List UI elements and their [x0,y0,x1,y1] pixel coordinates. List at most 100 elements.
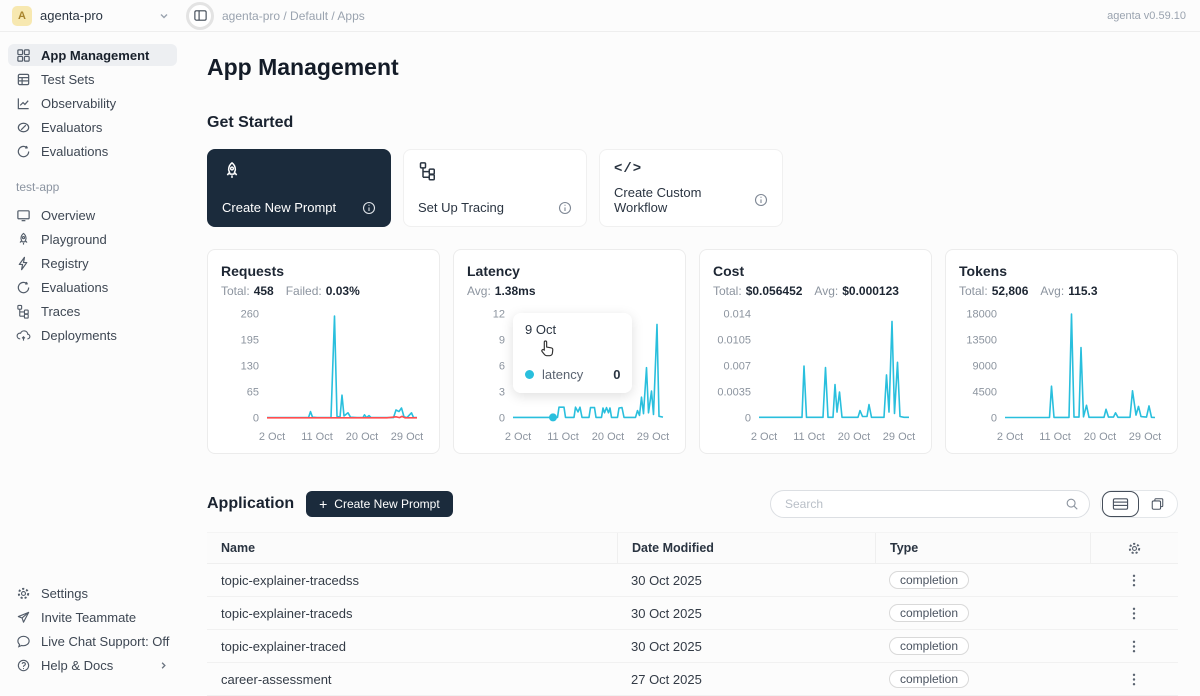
app-name: topic-explainer-tracedss [207,573,617,588]
search-icon [1065,497,1079,511]
table-tools [770,490,1178,518]
sidebar-item-playground[interactable]: Playground [8,228,177,250]
metric-title: Tokens [959,263,1165,279]
column-header-actions [1090,533,1178,563]
sidebar-toggle-button[interactable] [186,2,214,30]
sidebar-item-evaluations[interactable]: Evaluations [8,276,177,298]
svg-text:0.0105: 0.0105 [717,335,751,347]
chevron-right-icon [158,660,169,671]
chart-requests: 0651301952602 Oct11 Oct20 Oct29 Oct [221,302,428,450]
svg-text:0: 0 [745,413,751,425]
create-custom-workflow-card[interactable]: </> Create Custom Workflow [599,149,783,227]
sidebar-item-live-chat-support-off[interactable]: Live Chat Support: Off [8,630,177,652]
column-header-date-modified[interactable]: Date Modified [617,533,875,563]
sidebar-item-observability[interactable]: Observability [8,92,177,114]
bolt-icon [16,256,31,271]
refresh-icon [16,144,31,159]
chart-tooltip: 9 Oct latency 0 [513,313,632,393]
app-name: topic-explainer-traceds [207,606,617,621]
svg-text:0.0035: 0.0035 [717,387,751,399]
sidebar-item-label: App Management [41,48,149,63]
column-header-type[interactable]: Type [875,533,1090,563]
tooltip-row: latency 0 [525,367,620,382]
svg-text:4500: 4500 [973,387,997,399]
create-new-prompt-card[interactable]: Create New Prompt [207,149,391,227]
breadcrumb[interactable]: agenta-pro / Default / Apps [222,9,365,23]
svg-text:29 Oct: 29 Oct [637,431,669,443]
cloud-icon [16,328,31,343]
sidebar-item-label: Playground [41,232,107,247]
code-icon: </> [614,161,768,177]
sidebar-item-label: Test Sets [41,72,94,87]
sidebar-item-help-docs[interactable]: Help & Docs [8,654,177,676]
row-menu-button[interactable] [1130,571,1138,590]
svg-text:9: 9 [499,335,505,347]
metric-stats: Avg:1.38ms [467,284,673,298]
svg-text:3: 3 [499,387,505,399]
search-box [770,490,1090,518]
svg-text:0: 0 [499,413,505,425]
sidebar-item-registry[interactable]: Registry [8,252,177,274]
chat-icon [16,634,31,649]
row-menu-button[interactable] [1130,670,1138,689]
table-row[interactable]: topic-explainer-traceds30 Oct 2025comple… [207,597,1178,630]
table-header: Name Date Modified Type [207,532,1178,564]
card-label: Set Up Tracing [418,200,504,215]
table-row[interactable]: career-assessment27 Oct 2025completion [207,663,1178,696]
search-input[interactable] [783,496,1065,512]
get-started-cards: Create New Prompt Set Up Tracing </> Cre… [207,149,1178,227]
sidebar: App Management Test Sets Observability Eval… [0,32,185,684]
sidebar-item-test-sets[interactable]: Test Sets [8,68,177,90]
sidebar-item-evaluators[interactable]: Evaluators [8,116,177,138]
set-up-tracing-card[interactable]: Set Up Tracing [403,149,587,227]
sidebar-item-evaluations[interactable]: Evaluations [8,140,177,162]
page-title: App Management [207,54,1178,81]
create-new-prompt-button[interactable]: + Create New Prompt [306,491,453,517]
svg-text:29 Oct: 29 Oct [1129,431,1161,443]
plus-icon: + [319,497,327,511]
row-menu-button[interactable] [1130,604,1138,623]
sidebar-item-settings[interactable]: Settings [8,582,177,604]
metrics-charts-row: RequestsTotal:458Failed:0.03%06513019526… [207,249,1178,454]
metric-card-tokens: TokensTotal:52,806Avg:115.30450090001350… [945,249,1178,454]
sidebar-nav-bottom: SettingsInvite TeammateLive Chat Support… [0,580,185,684]
row-menu-button[interactable] [1130,637,1138,656]
tree-icon [16,304,31,319]
sidebar-item-invite-teammate[interactable]: Invite Teammate [8,606,177,628]
tooltip-value: 0 [613,367,620,382]
sidebar-item-overview[interactable]: Overview [8,204,177,226]
table-view-button[interactable] [1102,491,1139,517]
chart-icon [16,96,31,111]
app-date-modified: 30 Oct 2025 [617,639,875,654]
workspace-selector[interactable]: A agenta-pro [0,6,178,26]
sidebar-item-app-management[interactable]: App Management [8,44,177,66]
column-settings-gear-icon[interactable] [1125,539,1144,558]
sidebar-item-traces[interactable]: Traces [8,300,177,322]
sidebar-item-label: Evaluators [41,120,102,135]
svg-text:9000: 9000 [973,361,997,373]
table-row[interactable]: topic-explainer-tracedss30 Oct 2025compl… [207,564,1178,597]
gear-icon [16,586,31,601]
info-icon[interactable] [558,201,572,215]
table-row[interactable]: topic-explainer-traced30 Oct 2025complet… [207,630,1178,663]
get-started-title: Get Started [207,114,1178,132]
metric-card-requests: RequestsTotal:458Failed:0.03%06513019526… [207,249,440,454]
workspace-name: agenta-pro [40,8,103,23]
svg-text:29 Oct: 29 Oct [391,431,423,443]
sidebar-item-deployments[interactable]: Deployments [8,324,177,346]
svg-text:11 Oct: 11 Oct [301,431,333,443]
legend-dot-icon [525,370,534,379]
sidebar-item-label: Evaluations [41,280,108,295]
svg-text:0: 0 [253,413,259,425]
chart-tokens: 04500900013500180002 Oct11 Oct20 Oct29 O… [959,302,1166,450]
app-name: topic-explainer-traced [207,639,617,654]
sidebar-nav-app: Overview Playground Registry Evaluations Tra… [0,202,185,348]
create-button-label: Create New Prompt [334,497,439,511]
card-view-button[interactable] [1139,491,1176,517]
application-header: Application + Create New Prompt [207,490,1178,518]
column-header-name[interactable]: Name [207,541,617,555]
help-icon [16,658,31,673]
info-icon[interactable] [362,201,376,215]
svg-text:195: 195 [241,335,259,347]
info-icon[interactable] [754,193,768,207]
